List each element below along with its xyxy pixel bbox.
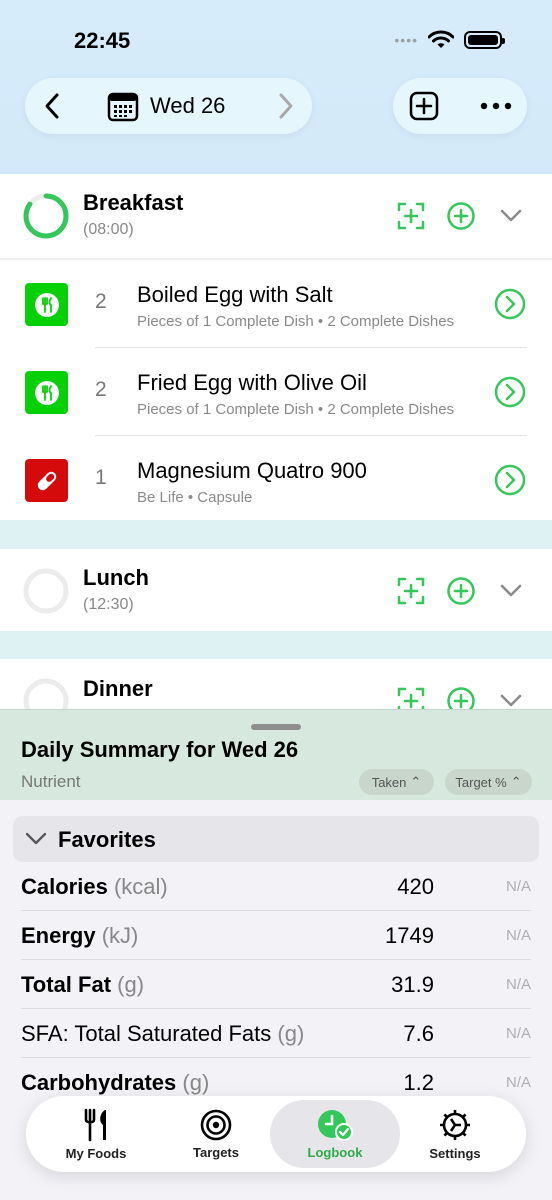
food-item[interactable]: 1 Magnesium Quatro 900 Be Life • Capsule xyxy=(0,436,552,524)
nutrient-value: 1.2 xyxy=(403,1070,434,1095)
summary-title: Daily Summary for Wed 26 xyxy=(21,737,299,762)
favorites-label: Favorites xyxy=(58,827,156,852)
tab-logbook[interactable]: Logbook xyxy=(270,1100,400,1168)
meal-title: Dinner xyxy=(83,676,153,701)
chevron-right-circle-icon[interactable] xyxy=(494,288,526,320)
sheet-grabber[interactable] xyxy=(251,724,301,730)
sort-taken-button[interactable]: Taken ⌃ xyxy=(359,769,434,795)
chevron-right-circle-icon[interactable] xyxy=(494,464,526,496)
date-navigator: Wed 26 xyxy=(25,78,312,134)
chevron-down-icon[interactable] xyxy=(499,691,523,711)
plus-square-icon[interactable] xyxy=(409,91,439,121)
tab-label: My Foods xyxy=(65,1145,127,1161)
wifi-icon xyxy=(428,30,454,48)
food-detail: Be Life • Capsule xyxy=(137,489,253,506)
nutrient-column-label: Nutrient xyxy=(21,772,81,791)
chevron-right-circle-icon[interactable] xyxy=(494,376,526,408)
target-icon xyxy=(200,1109,232,1140)
current-date[interactable]: Wed 26 xyxy=(150,93,225,119)
scan-add-icon[interactable] xyxy=(396,576,426,606)
meal-title: Lunch xyxy=(83,565,149,590)
fork-knife-icon xyxy=(25,371,68,414)
summary-header: Daily Summary for Wed 26 Nutrient Taken … xyxy=(0,710,552,800)
chevron-left-icon[interactable] xyxy=(41,90,65,122)
more-icon[interactable] xyxy=(479,91,513,121)
nutrient-name: Total Fat (g) xyxy=(21,972,145,997)
add-circle-icon[interactable] xyxy=(446,576,476,606)
sort-icon: ⌃ xyxy=(410,774,422,789)
nutrient-name: SFA: Total Saturated Fats (g) xyxy=(21,1021,305,1046)
nutrient-value: 7.6 xyxy=(403,1021,434,1046)
logbook-icon xyxy=(318,1109,353,1141)
nutrient-row[interactable]: Total Fat (g) 31.9 N/A xyxy=(0,960,552,1009)
tab-targets[interactable]: Targets xyxy=(156,1100,276,1168)
chevron-down-icon[interactable] xyxy=(499,581,523,601)
calendar-icon[interactable] xyxy=(107,90,139,122)
meal-header[interactable]: Lunch (12:30) xyxy=(0,549,552,633)
food-quantity: 2 xyxy=(95,378,107,401)
nutrient-name: Energy (kJ) xyxy=(21,923,139,948)
tab-bar: My Foods Targets Logbook Settings xyxy=(26,1096,526,1172)
nutrient-name: Carbohydrates (g) xyxy=(21,1070,210,1095)
battery-icon xyxy=(464,31,505,49)
food-name: Magnesium Quatro 900 xyxy=(137,458,367,483)
nutrient-row[interactable]: SFA: Total Saturated Fats (g) 7.6 N/A xyxy=(0,1009,552,1058)
tab-label: Targets xyxy=(193,1144,239,1160)
food-detail: Pieces of 1 Complete Dish • 2 Complete D… xyxy=(137,313,455,330)
nutrient-row[interactable]: Calories (kcal) 420 N/A xyxy=(0,862,552,911)
gear-icon xyxy=(440,1109,470,1140)
food-quantity: 1 xyxy=(95,466,107,489)
tab-settings[interactable]: Settings xyxy=(395,1100,515,1168)
nutrient-value: 420 xyxy=(397,874,434,899)
tab-label: Settings xyxy=(429,1145,481,1161)
nutrient-target-pct: N/A xyxy=(505,927,531,944)
header-actions xyxy=(393,78,527,134)
favorites-section-header[interactable]: Favorites xyxy=(13,816,539,862)
sort-taken-label: Taken xyxy=(371,774,407,790)
food-quantity: 2 xyxy=(95,290,107,313)
chevron-down-icon xyxy=(25,832,47,845)
meal-card-lunch: Lunch (12:30) xyxy=(0,549,552,631)
nutrient-name: Calories (kcal) xyxy=(21,874,168,899)
food-item[interactable]: 2 Fried Egg with Olive Oil Pieces of 1 C… xyxy=(0,348,552,436)
fork-knife-icon xyxy=(84,1108,106,1141)
sort-target-button[interactable]: Target % ⌃ xyxy=(445,769,532,795)
nutrient-target-pct: N/A xyxy=(505,976,531,993)
fork-knife-icon xyxy=(25,283,68,326)
add-circle-icon[interactable] xyxy=(446,201,476,231)
food-name: Boiled Egg with Salt xyxy=(137,282,333,307)
food-name: Fried Egg with Olive Oil xyxy=(137,370,367,395)
nutrient-value: 1749 xyxy=(385,923,434,948)
nutrient-value: 31.9 xyxy=(391,972,434,997)
pill-icon xyxy=(25,459,68,502)
tab-label: Logbook xyxy=(307,1144,363,1160)
cellular-icon: •••• xyxy=(394,32,418,48)
progress-ring xyxy=(23,193,69,239)
nutrient-target-pct: N/A xyxy=(505,1074,531,1091)
nutrient-target-pct: N/A xyxy=(505,1025,531,1042)
chevron-right-icon[interactable] xyxy=(273,90,297,122)
food-detail: Pieces of 1 Complete Dish • 2 Complete D… xyxy=(137,401,455,418)
status-icons: •••• xyxy=(394,30,505,50)
progress-ring xyxy=(23,568,69,614)
nutrient-row[interactable]: Energy (kJ) 1749 N/A xyxy=(0,911,552,960)
status-time: 22:45 xyxy=(74,28,131,53)
sort-target-label: Target % xyxy=(455,774,507,790)
meal-time: (08:00) xyxy=(83,221,134,238)
nutrient-target-pct: N/A xyxy=(505,878,531,895)
chevron-down-icon[interactable] xyxy=(499,206,523,226)
meal-header[interactable]: Breakfast (08:00) xyxy=(0,174,552,258)
meal-time: (12:30) xyxy=(83,596,134,613)
food-item[interactable]: 2 Boiled Egg with Salt Pieces of 1 Compl… xyxy=(0,260,552,348)
meal-card-breakfast: Breakfast (08:00) 2 Boiled Egg with Salt… xyxy=(0,174,552,520)
sort-icon: ⌃ xyxy=(510,774,522,789)
meal-title: Breakfast xyxy=(83,190,184,215)
tab-my-foods[interactable]: My Foods xyxy=(36,1100,156,1168)
bottom-safe-area xyxy=(0,1172,552,1200)
scan-add-icon[interactable] xyxy=(396,201,426,231)
